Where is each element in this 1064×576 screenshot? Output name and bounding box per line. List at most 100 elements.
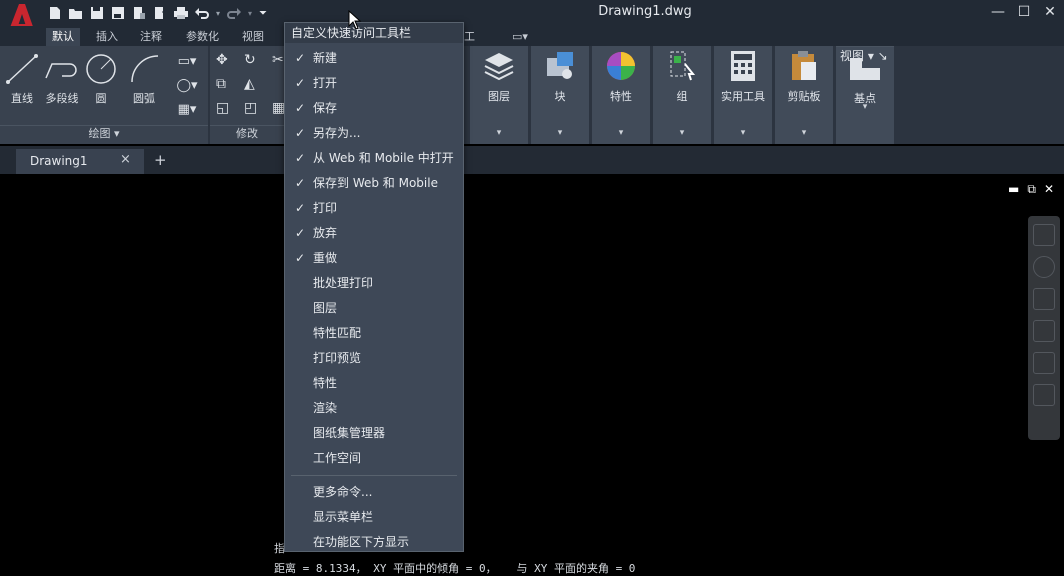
- tool-circle-label[interactable]: 圆: [86, 90, 116, 106]
- modify-panel-title[interactable]: 修改: [210, 125, 284, 142]
- group-button[interactable]: 组 ▾: [653, 46, 711, 144]
- menu-item-show-below-ribbon[interactable]: 在功能区下方显示: [285, 530, 463, 555]
- move-icon[interactable]: ✥: [216, 52, 228, 68]
- menu-item-show-menu-bar[interactable]: 显示菜单栏: [285, 505, 463, 530]
- hatch-icon[interactable]: ▦▾: [172, 102, 202, 117]
- clipboard-button[interactable]: 剪贴板 ▾: [775, 46, 833, 144]
- zoom-extents-icon[interactable]: [1033, 320, 1055, 342]
- menu-item-label: 图层: [313, 301, 338, 315]
- close-tab-icon[interactable]: ×: [120, 152, 131, 167]
- menu-item-open-web-mobile[interactable]: ✓ 从 Web 和 Mobile 中打开: [285, 146, 463, 171]
- document-tabs: Drawing1 × +: [0, 146, 1064, 174]
- customize-qat-menu: 自定义快速访问工具栏 ✓ 新建 ✓ 打开 ✓ 保存 ✓ 另存为... ✓ 从 Web 和 …: [284, 22, 464, 552]
- steering-wheel-icon[interactable]: [1033, 256, 1055, 278]
- layers-button[interactable]: 图层 ▾: [470, 46, 528, 144]
- utilities-label: 实用工具: [721, 90, 765, 103]
- polyline-icon[interactable]: [44, 56, 78, 82]
- layers-dropdown-icon[interactable]: ▾: [470, 128, 528, 138]
- menu-item-layer[interactable]: 图层: [285, 296, 463, 321]
- menu-item-label: 特性: [313, 376, 338, 390]
- circle-icon[interactable]: [84, 52, 118, 86]
- group-dropdown-icon[interactable]: ▾: [653, 128, 711, 138]
- menu-item-label: 打开: [313, 76, 338, 90]
- pan-icon[interactable]: [1033, 288, 1055, 310]
- stretch-icon[interactable]: ◱: [216, 100, 229, 116]
- menu-item-open[interactable]: ✓ 打开: [285, 71, 463, 96]
- doc-tab-label: Drawing1: [30, 154, 88, 168]
- utilities-button[interactable]: 实用工具 ▾: [714, 46, 772, 144]
- viewport-minimize-icon[interactable]: ▬: [1008, 182, 1019, 197]
- tab-parametric[interactable]: 参数化: [180, 28, 225, 46]
- drawing-canvas[interactable]: [0, 174, 1064, 574]
- menu-item-label: 批处理打印: [313, 276, 374, 290]
- orbit-icon[interactable]: [1033, 352, 1055, 374]
- menu-item-sheet-set-manager[interactable]: 图纸集管理器: [285, 421, 463, 446]
- menu-item-save-as[interactable]: ✓ 另存为...: [285, 121, 463, 146]
- menu-item-batch-plot[interactable]: 批处理打印: [285, 271, 463, 296]
- menu-item-label: 渲染: [313, 401, 338, 415]
- viewport-controls: ▬ ⧉ ✕: [1008, 182, 1054, 197]
- viewport-close-icon[interactable]: ✕: [1044, 182, 1054, 197]
- block-dropdown-icon[interactable]: ▾: [531, 128, 589, 138]
- window-controls: — ☐ ✕: [990, 3, 1058, 21]
- tool-line-label[interactable]: 直线: [4, 90, 40, 106]
- check-icon: ✓: [295, 251, 306, 265]
- menu-item-plot[interactable]: ✓ 打印: [285, 196, 463, 221]
- menu-item-properties[interactable]: 特性: [285, 371, 463, 396]
- tab-view[interactable]: 视图: [236, 28, 270, 46]
- navigation-bar: [1028, 216, 1060, 440]
- menu-item-label: 保存: [313, 101, 338, 115]
- menu-item-match-properties[interactable]: 特性匹配: [285, 321, 463, 346]
- menu-item-undo[interactable]: ✓ 放弃: [285, 221, 463, 246]
- tab-extra-icon[interactable]: ▭▾: [506, 28, 534, 46]
- tab-insert[interactable]: 插入: [90, 28, 124, 46]
- block-button[interactable]: 块 ▾: [531, 46, 589, 144]
- clipboard-icon: [792, 51, 816, 80]
- menu-item-redo[interactable]: ✓ 重做: [285, 246, 463, 271]
- calculator-icon: [731, 51, 755, 81]
- clipboard-dropdown-icon[interactable]: ▾: [775, 128, 833, 138]
- viewcube-icon[interactable]: [1033, 224, 1055, 246]
- showmotion-icon[interactable]: [1033, 384, 1055, 406]
- menu-item-save[interactable]: ✓ 保存: [285, 96, 463, 121]
- menu-header: 自定义快速访问工具栏: [285, 23, 463, 43]
- scale-icon[interactable]: ◰: [244, 100, 257, 116]
- menu-item-label: 放弃: [313, 226, 338, 240]
- properties-button[interactable]: 特性 ▾: [592, 46, 650, 144]
- menu-item-save-web-mobile[interactable]: ✓ 保存到 Web 和 Mobile: [285, 171, 463, 196]
- rotate-icon[interactable]: ↻: [244, 52, 256, 68]
- tool-arc-label[interactable]: 圆弧: [126, 90, 162, 106]
- group-icon: [670, 51, 696, 81]
- tab-annotate[interactable]: 注释: [134, 28, 168, 46]
- maximize-icon[interactable]: ☐: [1016, 3, 1032, 21]
- clipboard-label: 剪贴板: [787, 90, 821, 103]
- tab-default[interactable]: 默认: [46, 28, 80, 46]
- add-tab-icon[interactable]: +: [154, 151, 167, 169]
- tool-polyline-label[interactable]: 多段线: [40, 90, 84, 106]
- menu-item-more-commands[interactable]: 更多命令...: [285, 480, 463, 505]
- check-icon: ✓: [295, 101, 306, 115]
- ellipse-icon[interactable]: ◯▾: [172, 78, 202, 93]
- base-point-button[interactable]: 基点 ▾ 视图 ▾ ↘: [836, 46, 894, 144]
- check-icon: ✓: [295, 151, 306, 165]
- trim-icon[interactable]: ✂: [272, 52, 284, 68]
- line-icon[interactable]: [6, 54, 38, 84]
- doc-tab-drawing1[interactable]: Drawing1 ×: [16, 149, 144, 174]
- menu-item-workspace[interactable]: 工作空间: [285, 446, 463, 471]
- mirror-icon[interactable]: ◭: [244, 76, 255, 92]
- rectangle-icon[interactable]: ▭▾: [172, 54, 202, 69]
- draw-panel-title[interactable]: 绘图 ▾: [0, 125, 208, 142]
- menu-item-label: 图纸集管理器: [313, 426, 386, 440]
- menu-item-plot-preview[interactable]: 打印预览: [285, 346, 463, 371]
- menu-item-label: 工作空间: [313, 451, 362, 465]
- arc-icon[interactable]: [128, 52, 162, 86]
- minimize-icon[interactable]: —: [990, 3, 1006, 21]
- utilities-dropdown-icon[interactable]: ▾: [714, 128, 772, 138]
- copy-icon[interactable]: ⧉: [216, 76, 226, 92]
- menu-item-new[interactable]: ✓ 新建: [285, 46, 463, 71]
- base-point-dropdown-icon[interactable]: ▾: [836, 102, 894, 112]
- close-icon[interactable]: ✕: [1042, 3, 1058, 21]
- menu-item-render[interactable]: 渲染: [285, 396, 463, 421]
- viewport-restore-icon[interactable]: ⧉: [1027, 182, 1036, 197]
- properties-dropdown-icon[interactable]: ▾: [592, 128, 650, 138]
